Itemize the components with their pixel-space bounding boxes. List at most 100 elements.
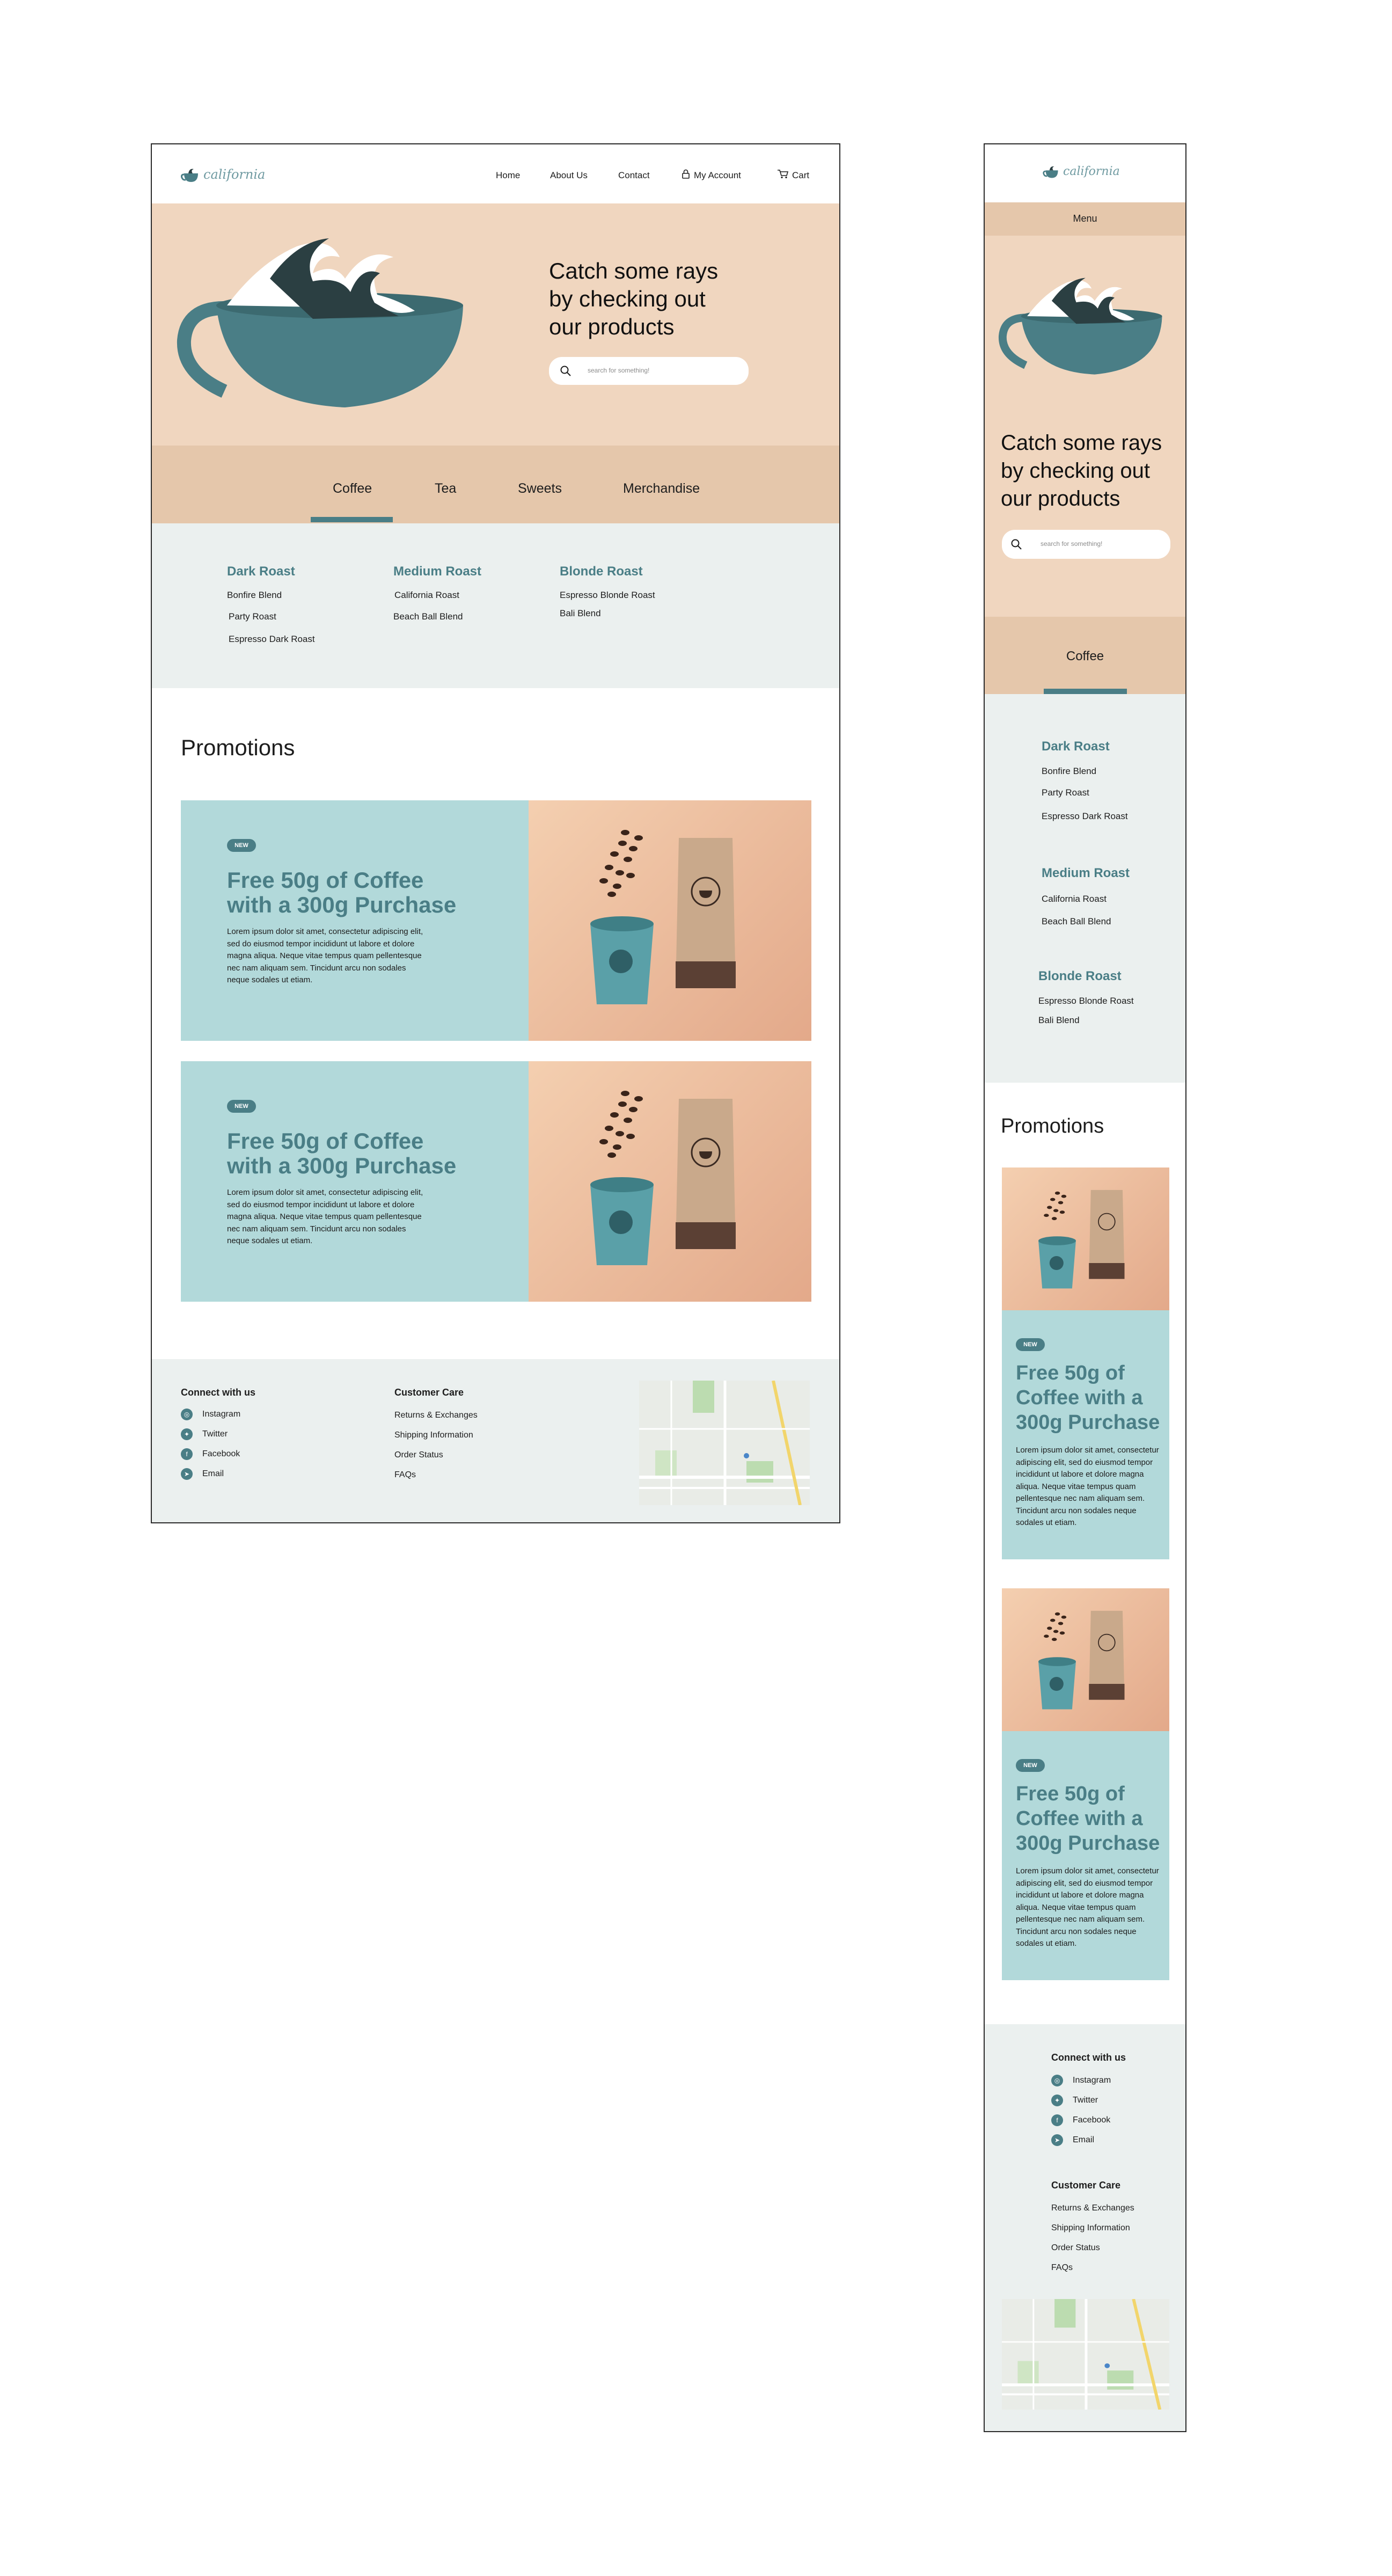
store-map[interactable] — [1002, 2299, 1169, 2410]
search-placeholder: search for something! — [1041, 540, 1103, 548]
coffee-cup-wave-illustration — [998, 278, 1162, 375]
nav-account-label: My Account — [694, 170, 741, 180]
desktop-frame: california Home About Us Contact My Acco… — [151, 143, 840, 1523]
social-link-email[interactable]: Email — [1073, 2135, 1094, 2145]
teacup-logo-icon — [1043, 166, 1058, 178]
menu-item-espresso-dark-roast[interactable]: Espresso Dark Roast — [229, 634, 315, 645]
menu-item-california-roast[interactable]: California Roast — [394, 590, 459, 601]
coffee-bag-and-cup-illustration — [590, 1091, 736, 1265]
promo-card[interactable]: NEW Free 50g of Coffee with a 300g Purch… — [1002, 1588, 1169, 1980]
coffee-product-image — [1002, 1588, 1169, 1731]
coffee-bag-and-cup-illustration — [1038, 1190, 1125, 1289]
social-link-email[interactable]: Email — [202, 1469, 224, 1479]
facebook-icon: f — [181, 1448, 193, 1460]
twitter-icon: ✦ — [1051, 2095, 1063, 2106]
tab-coffee[interactable]: Coffee — [985, 649, 1185, 664]
tab-tea[interactable]: Tea — [435, 481, 456, 497]
nav-about-link[interactable]: About Us — [550, 170, 588, 181]
hero-headline: Catch some rays by checking out our prod… — [549, 257, 718, 341]
hero-headline-line2: by checking out — [1001, 459, 1150, 483]
mobile-frame: california Menu Catch some rays by check… — [984, 143, 1186, 2432]
care-link-shipping[interactable]: Shipping Information — [394, 1431, 473, 1440]
menu-item-espresso-blonde-roast[interactable]: Espresso Blonde Roast — [560, 590, 655, 601]
social-link-twitter[interactable]: Twitter — [1073, 2096, 1098, 2105]
hero-headline-line2: by checking out — [549, 286, 706, 311]
promotions-heading: Promotions — [1001, 1115, 1104, 1137]
coffee-product-image — [529, 800, 811, 1041]
promo-card[interactable]: NEW Free 50g of Coffee with a 300g Purch… — [1002, 1167, 1169, 1559]
social-link-twitter[interactable]: Twitter — [202, 1429, 228, 1439]
nav-home-link[interactable]: Home — [496, 170, 520, 181]
nav-cart-label: Cart — [792, 170, 810, 180]
menu-item-party-roast[interactable]: Party Roast — [1042, 787, 1089, 798]
promo-title-line1: Free 50g of Coffee — [227, 867, 424, 893]
menu-item-bonfire-blend[interactable]: Bonfire Blend — [1042, 766, 1096, 777]
logo[interactable]: california — [181, 164, 272, 185]
medium-roast-heading: Medium Roast — [1042, 866, 1130, 880]
social-link-facebook[interactable]: Facebook — [202, 1449, 240, 1459]
menu-item-bali-blend[interactable]: Bali Blend — [1038, 1015, 1080, 1026]
customer-care-heading: Customer Care — [1051, 2180, 1121, 2191]
map-illustration — [1002, 2299, 1169, 2410]
instagram-icon: ◎ — [1051, 2075, 1063, 2086]
menu-item-bali-blend[interactable]: Bali Blend — [560, 608, 601, 619]
tab-coffee[interactable]: Coffee — [333, 481, 372, 497]
search-icon — [1011, 539, 1022, 550]
menu-label: Menu — [1073, 213, 1097, 224]
nav-contact-link[interactable]: Contact — [618, 170, 650, 181]
blonde-roast-heading: Blonde Roast — [560, 564, 643, 579]
social-link-instagram[interactable]: Instagram — [1073, 2076, 1111, 2085]
menu-item-beach-ball-blend[interactable]: Beach Ball Blend — [1042, 916, 1111, 927]
tab-merchandise[interactable]: Merchandise — [623, 481, 700, 497]
care-link-order-status[interactable]: Order Status — [394, 1450, 443, 1460]
site-footer: Connect with us ◎ Instagram ✦ Twitter f … — [985, 2024, 1185, 2431]
category-tabs: Coffee Tea Sweets Merchandise — [152, 446, 839, 523]
hero-search-input[interactable]: search for something! — [1002, 530, 1170, 559]
site-footer: Connect with us ◎ Instagram ✦ Twitter f … — [152, 1359, 839, 1522]
menu-item-party-roast[interactable]: Party Roast — [229, 611, 276, 622]
menu-item-espresso-blonde-roast[interactable]: Espresso Blonde Roast — [1038, 996, 1134, 1006]
email-icon: ➤ — [1051, 2134, 1063, 2146]
care-link-faqs[interactable]: FAQs — [394, 1470, 416, 1480]
lock-icon — [682, 169, 690, 179]
hero-headline-line1: Catch some rays — [1001, 431, 1162, 455]
mobile-menu-bar[interactable]: Menu — [985, 202, 1185, 236]
care-link-returns[interactable]: Returns & Exchanges — [394, 1411, 478, 1420]
customer-care-heading: Customer Care — [394, 1387, 464, 1398]
logo[interactable]: california — [1043, 163, 1134, 182]
promo-title: Free 50g of Coffee with a 300g Purchase — [1016, 1782, 1160, 1856]
promo-title: Free 50g of Coffee with a 300g Purchase — [227, 1128, 457, 1179]
promotions-heading: Promotions — [181, 735, 295, 760]
tab-sweets[interactable]: Sweets — [518, 481, 562, 497]
care-link-shipping[interactable]: Shipping Information — [1051, 2223, 1130, 2233]
facebook-icon: f — [1051, 2114, 1063, 2126]
social-link-instagram[interactable]: Instagram — [202, 1410, 240, 1419]
menu-item-beach-ball-blend[interactable]: Beach Ball Blend — [393, 611, 463, 622]
new-badge: NEW — [227, 1100, 256, 1113]
menu-item-bonfire-blend[interactable]: Bonfire Blend — [227, 590, 282, 601]
coffee-cup-wave-illustration — [177, 238, 463, 407]
menu-item-california-roast[interactable]: California Roast — [1042, 894, 1107, 904]
blonde-roast-heading: Blonde Roast — [1038, 969, 1122, 983]
care-link-returns[interactable]: Returns & Exchanges — [1051, 2203, 1134, 2213]
roast-menu: Dark Roast Bonfire Blend Party Roast Esp… — [985, 694, 1185, 1083]
hero-section: Catch some rays by checking out our prod… — [985, 236, 1185, 617]
promo-title-line2: Coffee with a — [1016, 1386, 1143, 1409]
promo-body: Lorem ipsum dolor sit amet, consectetur … — [227, 927, 423, 984]
hero-search-input[interactable]: search for something! — [549, 357, 749, 385]
hero-headline-line3: our products — [549, 314, 675, 339]
promo-card[interactable]: NEW Free 50g of Coffee with a 300g Purch… — [181, 1061, 811, 1302]
menu-item-espresso-dark-roast[interactable]: Espresso Dark Roast — [1042, 811, 1128, 822]
hero-headline-line1: Catch some rays — [549, 258, 719, 283]
care-link-faqs[interactable]: FAQs — [1051, 2263, 1073, 2273]
promo-card[interactable]: NEW Free 50g of Coffee with a 300g Purch… — [181, 800, 811, 1041]
promo-body: Lorem ipsum dolor sit amet, consectetur … — [1016, 1446, 1159, 1527]
logo-text: california — [203, 167, 266, 182]
promo-title: Free 50g of Coffee with a 300g Purchase — [1016, 1361, 1160, 1435]
social-link-facebook[interactable]: Facebook — [1073, 2115, 1110, 2125]
care-link-order-status[interactable]: Order Status — [1051, 2243, 1100, 2253]
active-tab-indicator — [311, 517, 393, 522]
promo-title-line2: with a 300g Purchase — [227, 1153, 457, 1179]
promo-body: Lorem ipsum dolor sit amet, consectetur … — [227, 1188, 423, 1245]
store-map[interactable] — [639, 1381, 810, 1505]
